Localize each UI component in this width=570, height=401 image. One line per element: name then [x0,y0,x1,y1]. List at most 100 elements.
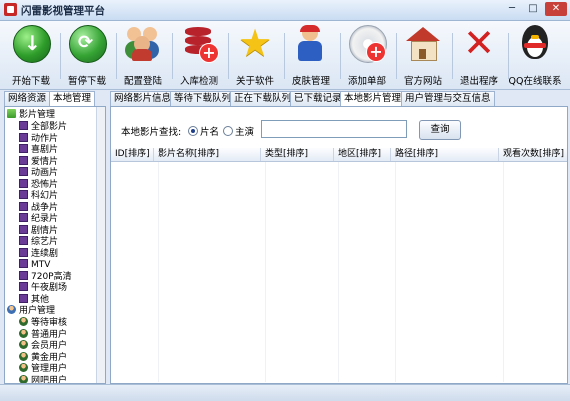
tree-item-user-group[interactable]: 管理用户 [19,363,67,375]
skin-manage-button[interactable]: 皮肤管理 [283,23,341,87]
tab-network-movie-info[interactable]: 网络影片信息 [110,91,176,106]
tree-item-movie-category[interactable]: 连续剧 [19,247,58,260]
tree-item-label: 720P高清 [31,271,72,282]
tree-scrollbar[interactable] [96,107,105,383]
user-icon [19,363,28,372]
official-site-button[interactable]: 官方网站 [395,23,453,87]
tree-item-label: 管理用户 [31,364,68,374]
add-single-button[interactable]: + 添加单部 [339,23,397,87]
tree-item-movie-category[interactable]: 恐怖片 [19,178,58,191]
tree-item-label: 动作片 [31,133,59,144]
column-header-region[interactable]: 地区[排序] [334,148,391,161]
tree-group-users[interactable]: 用户管理 [7,305,55,317]
tree-item-user-group[interactable]: 等待审核 [19,317,67,329]
radio-actor[interactable]: 主演 [223,124,254,138]
column-header-id[interactable]: ID[排序] [111,148,154,161]
tab-local-movie-manage[interactable]: 本地影片管理 [340,91,406,107]
user-icon [19,317,28,326]
local-movie-panel: 本地影片查找: 片名 主演 查询 ID[排序] 影片名称[排序] 类型[排序] … [110,106,568,384]
tree-item-label: 等待审核 [31,318,68,328]
tree-item-movie-category[interactable]: 爱情片 [19,155,58,168]
column-header-views[interactable]: 观看次数[排序] [499,148,567,161]
database-check-button[interactable]: + 入库检测 [171,23,229,87]
tree-item-user-group[interactable]: 网吧用户 [19,374,67,383]
start-download-icon: ↓ [13,25,51,63]
radio-unselected-icon [223,126,233,136]
tree-item-user-group[interactable]: 普通用户 [19,328,68,341]
movie-grid[interactable] [111,162,567,382]
film-icon [19,132,28,142]
pause-download-button[interactable]: ⟳ 暂停下载 [59,23,117,87]
tab-network-resources[interactable]: 网络资源 [4,91,51,106]
tree-item-label: 会员用户 [31,341,68,351]
tree-item-movie-category[interactable]: 剧情片 [19,224,59,237]
tree-item-label: 战争片 [31,202,59,213]
tree-item-label: 喜剧片 [31,145,59,155]
qq-contact-label: QQ在线联系 [508,76,562,87]
maximize-button[interactable]: □ [523,2,543,16]
column-header-path[interactable]: 路径[排序] [391,148,499,161]
tree-item-movie-category[interactable]: 科幻片 [19,190,58,202]
tree-item-label: 其他 [31,294,50,305]
tree-item-user-group[interactable]: 会员用户 [19,340,67,352]
user-icon [19,340,28,349]
query-button[interactable]: 查询 [419,120,461,140]
tab-waiting-queue[interactable]: 等待下载队列 [170,91,236,106]
tree-item-label: 剧情片 [31,225,59,236]
tree-item-movie-category[interactable]: 喜剧片 [19,144,58,156]
tab-downloaded-records[interactable]: 已下载记录 [290,91,346,106]
film-icon [19,236,28,245]
tree-item-movie-category[interactable]: 动作片 [19,132,59,145]
qq-contact-button[interactable]: QQ在线联系 [507,23,563,87]
tree-item-movie-category[interactable]: 其他 [19,293,50,306]
tree-item-movie-category[interactable]: 纪录片 [19,213,58,225]
search-input[interactable] [261,120,407,138]
tree-item-label: 普通用户 [31,329,68,340]
tab-local-manage[interactable]: 本地管理 [49,91,96,107]
about-software-button[interactable]: ★ 关于软件 [227,23,285,87]
radio-title[interactable]: 片名 [188,124,219,138]
tree-group-label: 用户管理 [19,306,56,316]
exit-program-button[interactable]: ✕ 退出程序 [451,23,509,87]
tree-item-label: 全部影片 [31,122,68,132]
grid-header: ID[排序] 影片名称[排序] 类型[排序] 地区[排序] 路径[排序] 观看次… [111,148,567,162]
app-logo-icon [4,3,17,16]
tree-group-movies[interactable]: 影片管理 [7,109,55,121]
tab-user-interaction[interactable]: 用户管理与交互信息 [401,91,495,106]
column-header-title[interactable]: 影片名称[排序] [154,148,261,161]
tree-item-label: 科幻片 [31,191,59,201]
user-icon [19,328,28,338]
tree-item-movie-category[interactable]: 动画片 [19,167,58,179]
film-icon [19,224,28,234]
column-header-type[interactable]: 类型[排序] [261,148,334,161]
film-icon [19,270,28,280]
config-login-icon [125,25,161,61]
tree-item-movie-category[interactable]: 战争片 [19,201,59,214]
tree-group-label: 影片管理 [19,110,56,120]
house-icon [405,25,441,61]
status-bar [0,384,570,401]
close-button[interactable]: ✕ [545,2,567,16]
config-login-button[interactable]: 配置登陆 [115,23,173,87]
film-icon [19,167,28,176]
tab-downloading-queue[interactable]: 正在下载队列 [230,91,296,106]
tree-item-user-group[interactable]: 黄金用户 [19,351,67,364]
database-check-icon: + [181,25,219,63]
film-icon [19,201,28,211]
window-title: 闪雷影视管理平台 [21,5,105,17]
tree-item-movie-category[interactable]: 综艺片 [19,236,58,248]
minimize-button[interactable]: ─ [502,2,522,16]
film-icon [19,282,28,291]
tree-item-movie-category[interactable]: 全部影片 [19,121,67,133]
tree-item-label: 综艺片 [31,237,59,247]
user-group-icon [7,305,16,314]
tree-item-movie-category[interactable]: 720P高清 [19,270,72,283]
tree-item-movie-category[interactable]: MTV [19,259,50,271]
start-download-button[interactable]: ↓ 开始下载 [3,23,61,87]
film-icon [19,247,28,257]
radio-title-label: 片名 [200,127,220,138]
film-icon [19,121,28,130]
toolbar: ↓ 开始下载 ⟳ 暂停下载 配置登陆 + 入库检测 ★ 关于软件 皮肤管理 + … [0,21,570,90]
pause-download-icon: ⟳ [69,25,107,63]
tree-item-movie-category[interactable]: 午夜剧场 [19,282,67,294]
